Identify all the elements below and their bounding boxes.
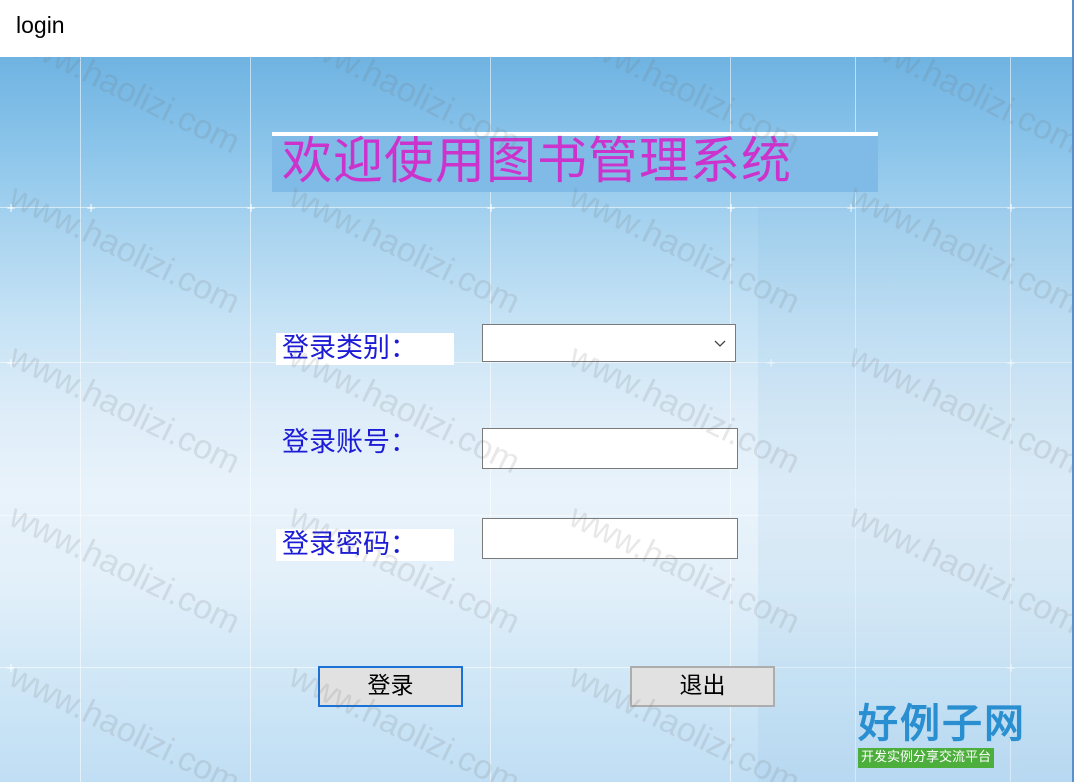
- login-account-label: 登录账号：: [282, 427, 417, 458]
- sparkle-decoration: +: [6, 201, 17, 215]
- login-category-label: 登录类别：: [276, 333, 454, 365]
- logo-sub-text: 开发实例分享交流平台: [858, 748, 995, 768]
- exit-button[interactable]: 退出: [630, 666, 775, 707]
- watermark-text: www.haolizi.com: [3, 337, 246, 482]
- sparkle-decoration: +: [486, 201, 497, 215]
- background-panel: [758, 207, 1072, 782]
- watermark-text: www.haolizi.com: [3, 177, 246, 322]
- watermark-text: www.haolizi.com: [3, 657, 246, 782]
- sparkle-decoration: +: [6, 661, 17, 675]
- background-grid-line: [80, 57, 81, 782]
- window-title: login: [16, 12, 65, 38]
- watermark-logo: 好例子网 开发实例分享交流平台: [858, 702, 1034, 772]
- sparkle-decoration: +: [86, 201, 97, 215]
- sparkle-decoration: +: [246, 201, 257, 215]
- watermark-text: www.haolizi.com: [3, 497, 246, 642]
- page-title: 欢迎使用图书管理系统: [282, 132, 792, 190]
- chevron-down-icon: [714, 340, 726, 347]
- login-button[interactable]: 登录: [318, 666, 463, 707]
- login-window: login + + + + + + + + + + + + 欢迎使用图书管理系统…: [0, 0, 1074, 782]
- title-bar[interactable]: login: [0, 0, 1074, 57]
- login-password-input[interactable]: [482, 518, 738, 559]
- login-panel: + + + + + + + + + + + + 欢迎使用图书管理系统 登录类别：…: [0, 57, 1074, 782]
- login-password-label: 登录密码：: [276, 529, 454, 561]
- login-account-input[interactable]: [482, 428, 738, 469]
- background-grid-line: [250, 57, 251, 782]
- sparkle-decoration: +: [6, 356, 17, 370]
- sparkle-decoration: +: [726, 201, 737, 215]
- login-category-select[interactable]: [482, 324, 736, 362]
- logo-main-text: 好例子网: [858, 700, 1026, 747]
- watermark-text: www.haolizi.com: [3, 57, 246, 162]
